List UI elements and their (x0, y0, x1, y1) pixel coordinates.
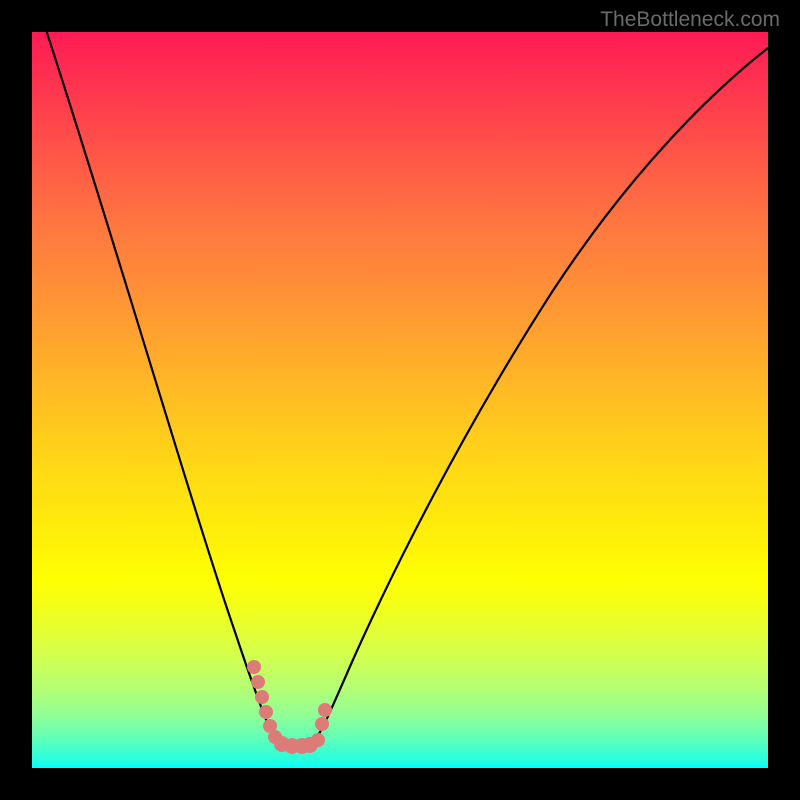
marker-dots (247, 660, 332, 754)
bottleneck-curve-path (47, 32, 768, 750)
watermark-text: TheBottleneck.com (600, 8, 780, 32)
chart-outer: TheBottleneck.com (0, 0, 800, 800)
curve-layer (32, 32, 768, 768)
plot-area (32, 32, 768, 768)
